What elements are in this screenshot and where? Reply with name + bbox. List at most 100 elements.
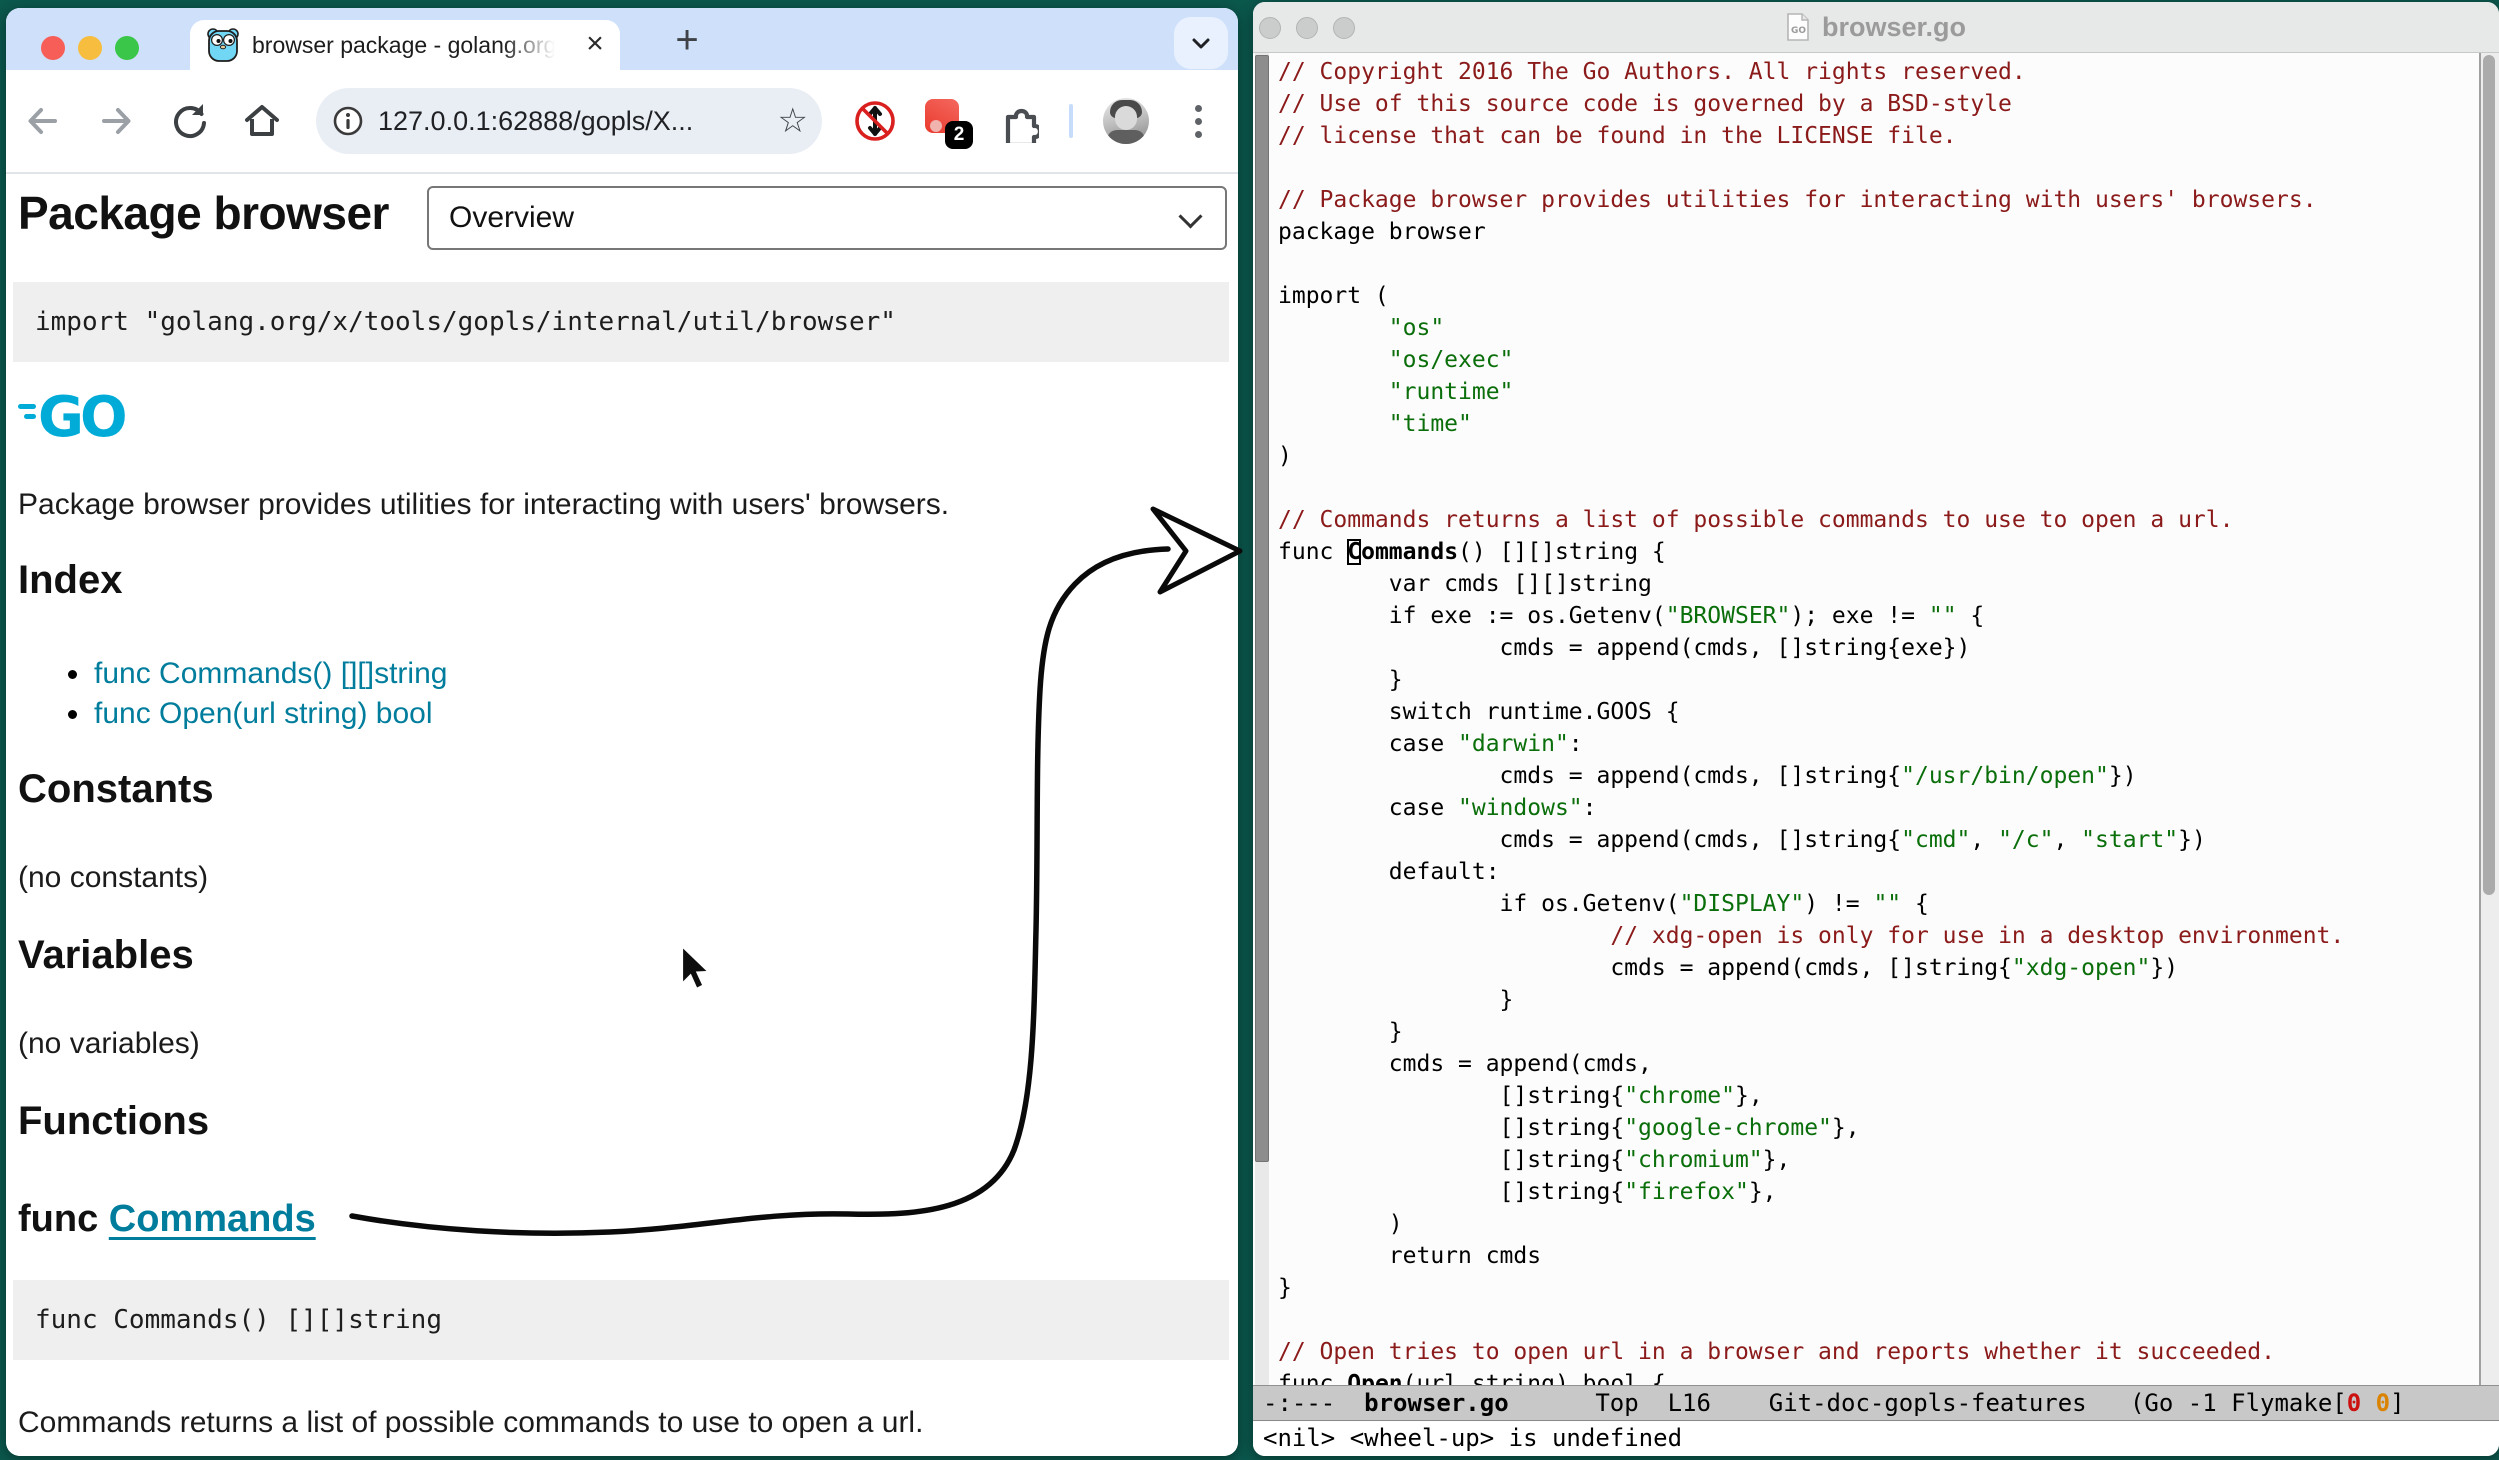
modeline-segment: Top L16 Git-doc-gopls-features (Go -1 Fl… xyxy=(1509,1389,2347,1417)
code-line: cmds = append(cmds, []string{exe}) xyxy=(1278,632,2473,664)
code-line xyxy=(1278,152,2473,184)
svg-text:GO: GO xyxy=(38,385,125,446)
toolbar-separator xyxy=(1069,104,1073,138)
functions-heading: Functions xyxy=(18,1099,209,1144)
extensions-puzzle-icon[interactable] xyxy=(995,99,1039,143)
modeline-segment: 0 xyxy=(2376,1389,2390,1417)
code-line xyxy=(1278,472,2473,504)
code-line: package browser xyxy=(1278,216,2473,248)
code-line: // Package browser provides utilities fo… xyxy=(1278,184,2473,216)
chrome-toolbar: 127.0.0.1:62888/gopls/X... ☆ 2 xyxy=(6,70,1238,174)
gopls-doc-page: Package browser Overview import "golang.… xyxy=(6,174,1238,1456)
emacs-buffer[interactable]: // Copyright 2016 The Go Authors. All ri… xyxy=(1278,53,2473,1388)
code-line: []string{"firefox"}, xyxy=(1278,1176,2473,1208)
chevron-down-icon xyxy=(1178,204,1202,228)
code-line: // Use of this source code is governed b… xyxy=(1278,88,2473,120)
go-gopher-favicon xyxy=(206,28,240,62)
autoplay-blocker-extension-icon[interactable] xyxy=(853,99,897,143)
code-line: } xyxy=(1278,664,2473,696)
func-description: Commands returns a list of possible comm… xyxy=(18,1406,923,1440)
chrome-tab-strip: browser package - golang.org × + xyxy=(6,8,1238,70)
avatar-face xyxy=(1115,106,1137,130)
code-line xyxy=(1278,1304,2473,1336)
constants-body: (no constants) xyxy=(18,861,208,895)
code-line: default: xyxy=(1278,856,2473,888)
desktop: browser package - golang.org × + xyxy=(0,0,2499,1460)
minimize-window-button-inactive[interactable] xyxy=(1296,17,1318,39)
variables-heading: Variables xyxy=(18,933,194,978)
home-icon[interactable] xyxy=(240,99,284,143)
doc-view-select-value: Overview xyxy=(449,201,574,234)
site-info-icon[interactable] xyxy=(332,105,364,137)
close-window-button[interactable] xyxy=(41,36,65,60)
back-icon[interactable] xyxy=(21,99,65,143)
code-line: ) xyxy=(1278,1208,2473,1240)
emacs-left-scrollbar-thumb[interactable] xyxy=(1255,55,1269,1162)
reload-icon[interactable] xyxy=(168,99,212,143)
code-line: cmds = append(cmds, []string{"xdg-open"}… xyxy=(1278,952,2473,984)
emacs-window: GO browser.go // Copyright 2016 The Go A… xyxy=(1253,2,2499,1456)
bookmark-star-icon[interactable]: ☆ xyxy=(778,101,808,141)
code-line: []string{"chrome"}, xyxy=(1278,1080,2473,1112)
code-line: import ( xyxy=(1278,280,2473,312)
code-line: } xyxy=(1278,1016,2473,1048)
code-line: []string{"google-chrome"}, xyxy=(1278,1112,2473,1144)
doc-view-select[interactable]: Overview xyxy=(427,186,1227,250)
tab-close-icon[interactable]: × xyxy=(580,30,610,60)
code-line: } xyxy=(1278,1272,2473,1304)
list-item: func Commands() [][]string xyxy=(6,654,447,694)
emacs-title-bar[interactable]: GO browser.go xyxy=(1253,2,2499,53)
code-line xyxy=(1278,248,2473,280)
modeline-segment xyxy=(2361,1389,2375,1417)
import-statement-box: import "golang.org/x/tools/gopls/interna… xyxy=(13,282,1229,362)
func-prefix: func xyxy=(18,1198,109,1240)
chrome-window: browser package - golang.org × + xyxy=(6,8,1238,1456)
forward-icon[interactable] xyxy=(94,99,138,143)
package-description: Package browser provides utilities for i… xyxy=(18,488,949,522)
variables-body: (no variables) xyxy=(18,1027,200,1061)
code-line: } xyxy=(1278,984,2473,1016)
minimize-window-button[interactable] xyxy=(78,36,102,60)
chrome-menu-icon[interactable] xyxy=(1182,99,1214,143)
func-signature-box: func Commands() [][]string xyxy=(13,1280,1229,1360)
browser-tab[interactable]: browser package - golang.org × xyxy=(190,20,620,70)
code-line: case "darwin": xyxy=(1278,728,2473,760)
emacs-window-title: browser.go xyxy=(1822,12,1966,43)
modeline-segment: -:--- xyxy=(1263,1389,1364,1417)
session-extension-icon[interactable]: 2 xyxy=(925,99,965,143)
emacs-right-scrollbar-thumb[interactable] xyxy=(2483,55,2495,895)
new-tab-button[interactable]: + xyxy=(665,19,709,63)
index-heading: Index xyxy=(18,558,122,603)
url-text[interactable]: 127.0.0.1:62888/gopls/X... xyxy=(378,88,693,154)
emacs-modeline: -:--- browser.go Top L16 Git-doc-gopls-f… xyxy=(1253,1385,2499,1421)
code-line: if os.Getenv("DISPLAY") != "" { xyxy=(1278,888,2473,920)
emacs-echo-area: <nil> <wheel-up> is undefined xyxy=(1253,1422,2499,1456)
extension-badge: 2 xyxy=(945,121,973,149)
code-line: cmds = append(cmds, []string{"/usr/bin/o… xyxy=(1278,760,2473,792)
code-line: // Commands returns a list of possible c… xyxy=(1278,504,2473,536)
tab-search-button[interactable] xyxy=(1174,17,1228,69)
index-list: func Commands() [][]string func Open(url… xyxy=(6,654,447,734)
chevron-down-icon xyxy=(1187,29,1215,57)
close-window-button-inactive[interactable] xyxy=(1259,17,1281,39)
modeline-segment: browser.go xyxy=(1364,1389,1509,1417)
code-line: "runtime" xyxy=(1278,376,2473,408)
profile-avatar[interactable] xyxy=(1103,98,1149,144)
code-line: func Commands() [][]string { xyxy=(1278,536,2473,568)
address-bar[interactable]: 127.0.0.1:62888/gopls/X... ☆ xyxy=(316,88,822,154)
code-line: switch runtime.GOOS { xyxy=(1278,696,2473,728)
code-line: var cmds [][]string xyxy=(1278,568,2473,600)
code-line: return cmds xyxy=(1278,1240,2473,1272)
code-line: "time" xyxy=(1278,408,2473,440)
zoom-window-button[interactable] xyxy=(115,36,139,60)
avatar-shoulders xyxy=(1107,130,1145,144)
code-line: // Copyright 2016 The Go Authors. All ri… xyxy=(1278,56,2473,88)
go-logo: GO xyxy=(18,380,148,446)
code-line: "os" xyxy=(1278,312,2473,344)
zoom-window-button-inactive[interactable] xyxy=(1333,17,1355,39)
func-commands-link[interactable]: Commands xyxy=(109,1198,316,1240)
index-link-commands[interactable]: func Commands() [][]string xyxy=(94,657,447,690)
tab-title-fade xyxy=(502,24,568,66)
code-line: if exe := os.Getenv("BROWSER"); exe != "… xyxy=(1278,600,2473,632)
index-link-open[interactable]: func Open(url string) bool xyxy=(94,697,433,730)
